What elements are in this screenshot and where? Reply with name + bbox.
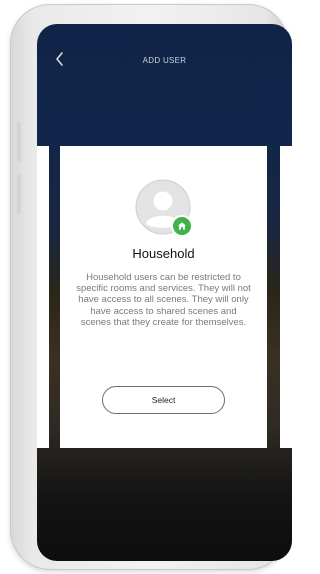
role-title: Household bbox=[132, 246, 195, 261]
select-button[interactable]: Select bbox=[102, 386, 225, 414]
app-screen: ADD USER Household Household users can b… bbox=[37, 24, 292, 561]
role-description: Household users can be restricted to spe… bbox=[76, 272, 251, 328]
home-badge bbox=[171, 215, 193, 237]
phone-side-button bbox=[17, 122, 21, 162]
page-title: ADD USER bbox=[142, 56, 187, 65]
user-avatar-icon bbox=[135, 179, 193, 237]
phone-frame: ADD USER Household Household users can b… bbox=[10, 4, 292, 570]
phone-side-button bbox=[17, 174, 21, 214]
role-card: Household Household users can be restric… bbox=[60, 146, 267, 448]
next-role-card[interactable] bbox=[280, 146, 292, 448]
previous-role-card[interactable] bbox=[37, 146, 49, 448]
home-icon bbox=[178, 222, 186, 230]
